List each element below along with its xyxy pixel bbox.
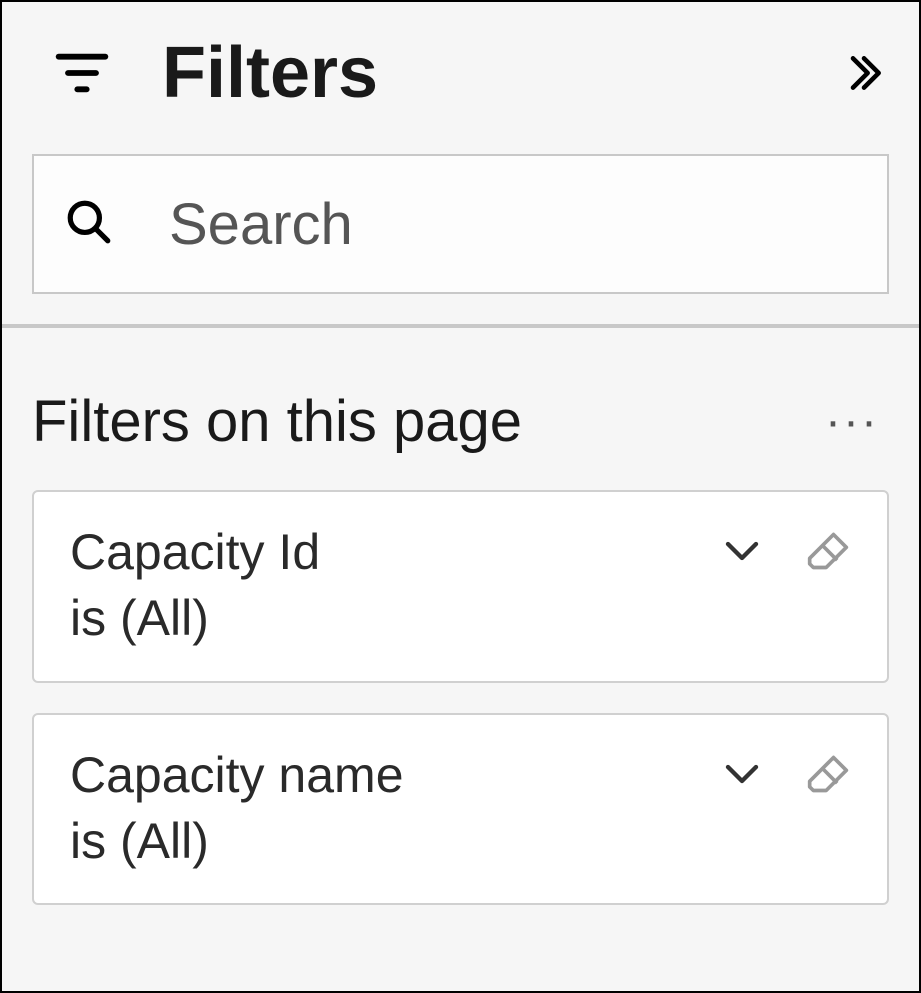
filter-card-text: Capacity name is (All) xyxy=(70,743,719,876)
filters-panel: Filters Filters on this page ··· xyxy=(0,0,921,993)
filter-name: Capacity name xyxy=(70,743,719,808)
filters-section: Filters on this page ··· Capacity Id is … xyxy=(2,328,919,965)
search-icon xyxy=(64,197,114,252)
search-input[interactable] xyxy=(169,191,921,258)
section-header: Filters on this page ··· xyxy=(32,388,889,455)
search-container xyxy=(2,134,919,324)
filter-card-capacity-name[interactable]: Capacity name is (All) xyxy=(32,713,889,906)
filter-name: Capacity Id xyxy=(70,520,719,585)
filter-icon xyxy=(52,43,112,103)
filter-card-capacity-id[interactable]: Capacity Id is (All) xyxy=(32,490,889,683)
search-box[interactable] xyxy=(32,154,889,294)
panel-header: Filters xyxy=(2,2,919,134)
filter-card-actions xyxy=(719,520,851,574)
section-title: Filters on this page xyxy=(32,388,815,455)
filter-status: is (All) xyxy=(70,808,719,876)
more-options-button[interactable]: ··· xyxy=(815,394,889,449)
collapse-panel-button[interactable] xyxy=(839,48,889,98)
filter-card-actions xyxy=(719,743,851,797)
clear-filter-button[interactable] xyxy=(805,751,851,797)
expand-filter-button[interactable] xyxy=(719,528,765,574)
filter-card-text: Capacity Id is (All) xyxy=(70,520,719,653)
filter-status: is (All) xyxy=(70,585,719,653)
panel-title: Filters xyxy=(162,32,839,114)
expand-filter-button[interactable] xyxy=(719,751,765,797)
clear-filter-button[interactable] xyxy=(805,528,851,574)
